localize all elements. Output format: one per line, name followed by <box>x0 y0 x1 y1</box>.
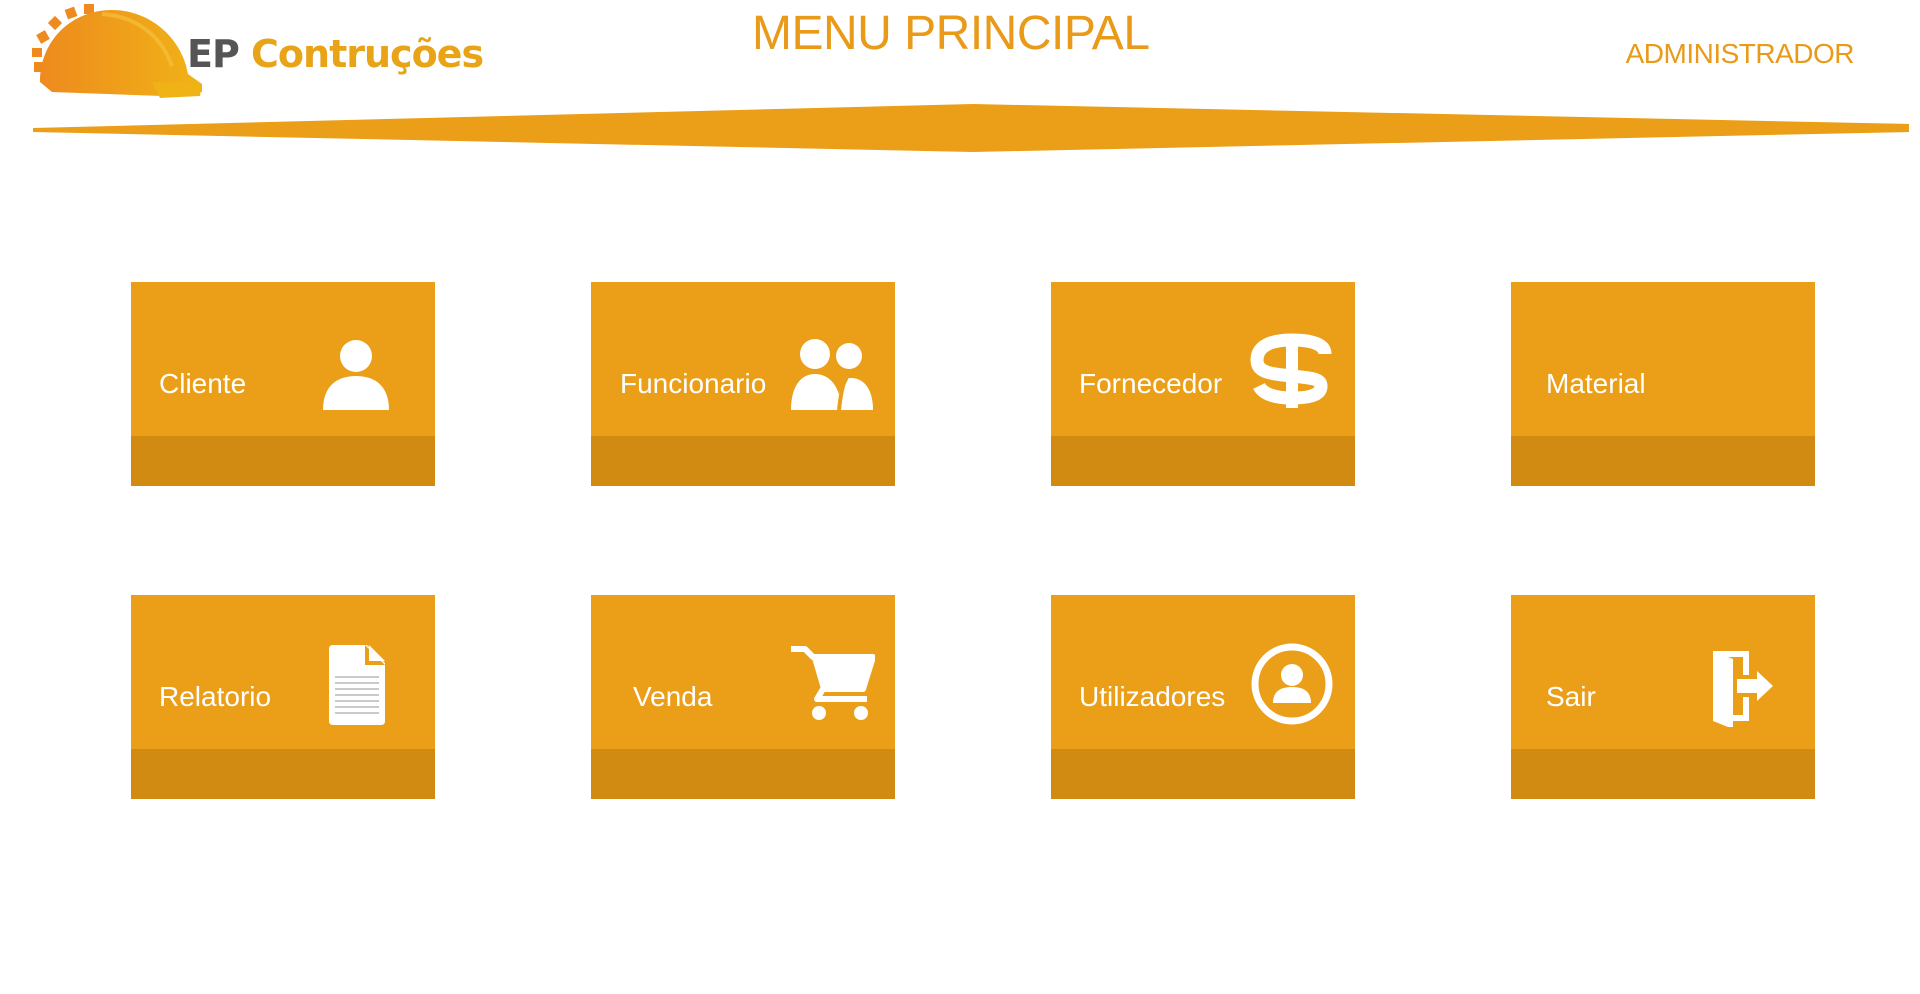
menu-tile-label: Material <box>1546 368 1646 399</box>
menu-tile-funcionario[interactable]: Funcionario <box>591 282 895 486</box>
dollar-icon <box>1249 328 1335 414</box>
person-icon <box>313 328 399 414</box>
menu-tile-footer <box>1051 749 1355 799</box>
helmet-gear-icon <box>32 4 202 98</box>
menu-tile-label: Utilizadores <box>1079 681 1226 712</box>
user-role-label: ADMINISTRADOR <box>1625 38 1855 69</box>
menu-tile-footer <box>1511 436 1815 486</box>
menu-tile-label: Sair <box>1546 681 1596 712</box>
logo-company-name: Contruções <box>251 32 484 76</box>
user-circle-icon <box>1249 641 1335 727</box>
cart-icon <box>789 641 875 727</box>
menu-tile-relatorio[interactable]: Relatorio <box>131 595 435 799</box>
menu-tile-footer <box>1051 436 1355 486</box>
menu-tile-venda[interactable]: Venda <box>591 595 895 799</box>
document-icon <box>313 641 399 727</box>
menu-tile-label: Fornecedor <box>1079 368 1223 399</box>
menu-tile-material[interactable]: Material <box>1511 282 1815 486</box>
menu-tile-label: Venda <box>633 681 713 712</box>
menu-tile-footer <box>1511 749 1815 799</box>
main-menu-page: EP Contruções MENU PRINCIPAL ADMINISTRAD… <box>0 0 1920 994</box>
page-title: MENU PRINCIPAL <box>752 7 1150 60</box>
company-logo: EP Contruções <box>32 4 484 104</box>
menu-tile-footer <box>131 436 435 486</box>
menu-tile-label: Cliente <box>159 368 247 399</box>
menu-tile-footer <box>131 749 435 799</box>
menu-tile-cliente[interactable]: Cliente <box>131 282 435 486</box>
menu-tile-sair[interactable]: Sair <box>1511 595 1815 799</box>
menu-tile-label: Relatorio <box>159 681 272 712</box>
exit-door-icon <box>1693 641 1779 727</box>
menu-tile-fornecedor[interactable]: Fornecedor <box>1051 282 1355 486</box>
menu-tile-footer <box>591 436 895 486</box>
logo-ep-text: EP <box>187 32 240 76</box>
menu-tile-utilizadores[interactable]: Utilizadores <box>1051 595 1355 799</box>
menu-tile-footer <box>591 749 895 799</box>
people-icon <box>789 328 875 414</box>
header-divider <box>33 104 1909 152</box>
menu-tile-label: Funcionario <box>620 368 767 399</box>
